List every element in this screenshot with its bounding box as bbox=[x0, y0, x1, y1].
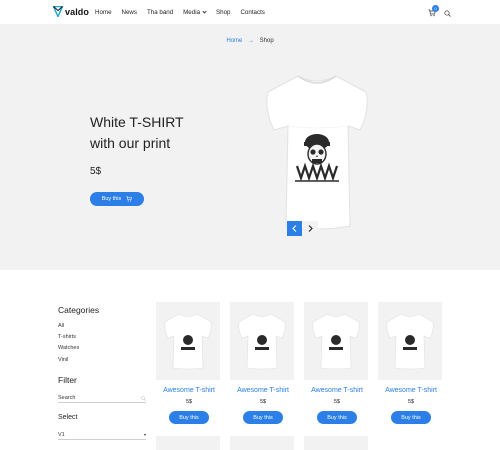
category-vinil[interactable]: Vinil bbox=[58, 357, 148, 363]
caret-down-icon bbox=[144, 434, 146, 436]
category-watches[interactable]: Watches bbox=[58, 345, 148, 351]
breadcrumb-home[interactable]: Home bbox=[226, 38, 242, 44]
nav-news[interactable]: News bbox=[122, 9, 137, 16]
product-card: Awesome T-shirt 5$ Buy this bbox=[378, 302, 444, 424]
logo-icon bbox=[53, 6, 63, 17]
product-card: Awesome T-shirt 5$ Buy this bbox=[156, 302, 222, 424]
product-image[interactable] bbox=[156, 302, 220, 380]
search-placeholder: Search bbox=[58, 395, 76, 401]
hero-buy-label: Buy this bbox=[101, 196, 122, 202]
search-input[interactable]: Search bbox=[58, 394, 146, 403]
select-title: Select bbox=[58, 414, 78, 421]
product-image-partial[interactable] bbox=[304, 436, 368, 450]
product-name[interactable]: Awesome T-shirt bbox=[378, 387, 444, 394]
product-name[interactable]: Awesome T-shirt bbox=[230, 387, 296, 394]
category-all[interactable]: All bbox=[58, 323, 148, 329]
tshirt-image bbox=[238, 313, 286, 370]
nav-tha-band[interactable]: Tha band bbox=[147, 9, 173, 16]
hero-title-line2: with our print bbox=[90, 135, 171, 151]
hero-buy-button[interactable]: Buy this bbox=[90, 192, 144, 206]
hero-tshirt-image bbox=[266, 75, 368, 230]
slider-next-button[interactable] bbox=[303, 221, 318, 236]
search-icon[interactable] bbox=[444, 9, 451, 17]
cart-icon bbox=[126, 196, 133, 202]
product-buy-button[interactable]: Buy this bbox=[243, 411, 283, 424]
main-nav: Home News Tha band Media Shop Contacts bbox=[95, 9, 275, 16]
logo[interactable]: valdo bbox=[53, 6, 89, 17]
product-price: 5$ bbox=[259, 399, 267, 405]
variant-select[interactable]: V1 bbox=[58, 431, 146, 440]
product-image-partial[interactable] bbox=[230, 436, 294, 450]
product-buy-button[interactable]: Buy this bbox=[317, 411, 357, 424]
hero-section: Home → Shop White T-SHIRT with our print… bbox=[0, 24, 500, 270]
product-card: Awesome T-shirt 5$ Buy this bbox=[230, 302, 296, 424]
logo-text: valdo bbox=[65, 6, 90, 17]
categories-title: Categories bbox=[58, 305, 100, 315]
product-image[interactable] bbox=[230, 302, 294, 380]
cart-button[interactable]: 0 bbox=[428, 5, 439, 17]
filter-title: Filter bbox=[58, 375, 77, 385]
chevron-down-icon bbox=[202, 9, 207, 14]
shop-sidebar: Categories All T-shirts Watches Vinil Fi… bbox=[58, 305, 148, 440]
nav-media-label: Media bbox=[183, 9, 201, 16]
chevron-right-icon bbox=[308, 225, 313, 232]
slider-prev-button[interactable] bbox=[287, 221, 302, 236]
product-card: Awesome T-shirt 5$ Buy this bbox=[304, 302, 370, 424]
tshirt-image bbox=[164, 313, 212, 370]
header-actions: 0 bbox=[428, 5, 451, 17]
product-name[interactable]: Awesome T-shirt bbox=[304, 387, 370, 394]
hero-price: 5$ bbox=[90, 166, 102, 177]
product-price: 5$ bbox=[185, 399, 193, 405]
product-buy-button[interactable]: Buy this bbox=[169, 411, 209, 424]
breadcrumb-separator: → bbox=[248, 38, 254, 44]
cart-count-badge: 0 bbox=[432, 5, 439, 12]
nav-shop[interactable]: Shop bbox=[216, 9, 230, 16]
hero-title: White T-SHIRT with our print bbox=[90, 112, 240, 154]
nav-contacts[interactable]: Contacts bbox=[240, 9, 264, 16]
chevron-left-icon bbox=[292, 225, 297, 232]
hero-title-line1: White T-SHIRT bbox=[90, 114, 184, 130]
product-buy-button[interactable]: Buy this bbox=[391, 411, 431, 424]
product-image-partial[interactable] bbox=[156, 436, 220, 450]
select-value: V1 bbox=[58, 432, 65, 438]
breadcrumb: Home → Shop bbox=[0, 38, 500, 44]
product-name[interactable]: Awesome T-shirt bbox=[156, 387, 222, 394]
category-tshirts[interactable]: T-shirts bbox=[58, 334, 148, 340]
breadcrumb-current: Shop bbox=[259, 38, 274, 44]
tshirt-image bbox=[386, 313, 434, 370]
product-price: 5$ bbox=[407, 399, 415, 405]
nav-home[interactable]: Home bbox=[95, 9, 112, 16]
tshirt-image bbox=[312, 313, 360, 370]
product-image[interactable] bbox=[378, 302, 442, 380]
site-header: valdo Home News Tha band Media Shop Cont… bbox=[0, 0, 500, 24]
search-icon bbox=[141, 395, 146, 401]
nav-media[interactable]: Media bbox=[183, 9, 207, 16]
product-image[interactable] bbox=[304, 302, 368, 380]
product-price: 5$ bbox=[333, 399, 341, 405]
